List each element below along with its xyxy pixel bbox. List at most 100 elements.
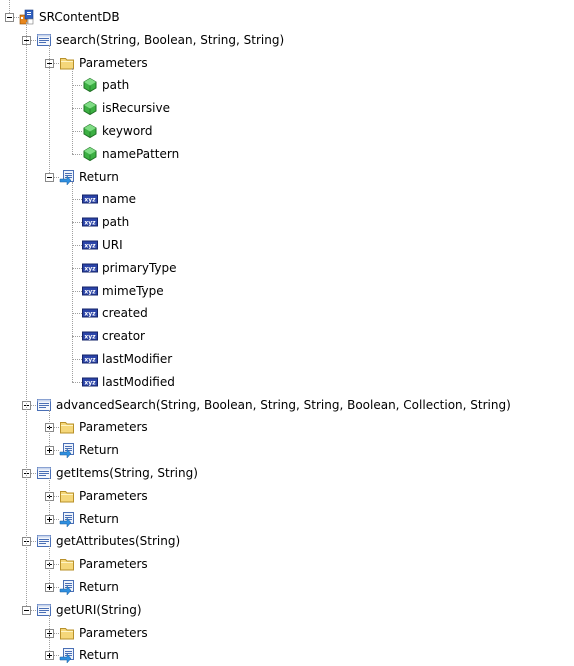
tree-node-method[interactable]: getURI(String) <box>36 599 143 621</box>
parameter-icon <box>82 146 98 162</box>
return-icon <box>59 647 75 664</box>
tree-node-method[interactable]: getAttributes(String) <box>36 530 181 552</box>
tree-node-parameters-label: Parameters <box>79 56 148 70</box>
tree-node-parameter-label: keyword <box>102 124 153 138</box>
tree-node-parameters-label: Parameters <box>79 557 148 571</box>
expand-toggle[interactable] <box>45 515 54 524</box>
tree-view: SRContentDB search(String, Boolean, Strin… <box>0 0 574 664</box>
tree-node-return[interactable]: Return <box>59 439 120 461</box>
tree-connector-line <box>72 154 82 155</box>
tree-node-return-label: Return <box>79 512 119 526</box>
tree-connector-line <box>49 478 50 515</box>
tree-node-return-label: Return <box>79 648 119 662</box>
field-icon: xyz <box>82 283 98 299</box>
folder-icon <box>59 419 75 435</box>
tree-connector-line <box>49 546 50 583</box>
tree-node-field-label: URI <box>102 238 123 252</box>
database-icon <box>19 9 35 25</box>
tree-node-method[interactable]: search(String, Boolean, String, String) <box>36 29 285 51</box>
tree-node-field[interactable]: xyz path <box>82 211 130 233</box>
tree-node-method[interactable]: advancedSearch(String, Boolean, String, … <box>36 394 512 416</box>
tree-node-return-label: Return <box>79 170 119 184</box>
tree-connector-line <box>72 85 82 86</box>
tree-node-field[interactable]: xyz lastModifier <box>82 348 173 370</box>
parameter-icon <box>82 77 98 93</box>
tree-connector-line <box>72 382 82 383</box>
tree-node-parameter[interactable]: namePattern <box>82 143 180 165</box>
tree-node-root-label: SRContentDB <box>39 10 120 24</box>
tree-node-parameters[interactable]: Parameters <box>59 416 149 438</box>
return-icon <box>59 579 75 596</box>
tree-node-method-label: search(String, Boolean, String, String) <box>56 33 285 47</box>
tree-node-field[interactable]: xyz URI <box>82 234 124 256</box>
tree-node-method-label: getAttributes(String) <box>56 534 181 548</box>
return-icon <box>59 442 75 459</box>
tree-node-field[interactable]: xyz mimeType <box>82 280 165 302</box>
field-icon: xyz <box>82 351 98 367</box>
tree-node-parameter[interactable]: isRecursive <box>82 97 171 119</box>
tree-connector-line <box>72 336 82 337</box>
tree-node-parameters[interactable]: Parameters <box>59 485 149 507</box>
tree-connector-line <box>49 45 50 173</box>
tree-node-field-label: mimeType <box>102 284 164 298</box>
tree-node-method[interactable]: getItems(String, String) <box>36 462 199 484</box>
tree-node-parameter[interactable]: keyword <box>82 120 154 142</box>
collapse-toggle[interactable] <box>5 13 14 22</box>
folder-icon <box>59 488 75 504</box>
tree-node-parameter-label: isRecursive <box>102 101 170 115</box>
tree-connector-line <box>72 359 82 360</box>
tree-node-return-label: Return <box>79 580 119 594</box>
tree-connector-line <box>49 410 50 446</box>
tree-node-field[interactable]: xyz name <box>82 188 137 210</box>
tree-node-field-label: creator <box>102 329 145 343</box>
tree-node-parameters-label: Parameters <box>79 489 148 503</box>
tree-node-field[interactable]: xyz creator <box>82 325 146 347</box>
tree-node-method-label: getURI(String) <box>56 603 142 617</box>
parameter-icon <box>82 123 98 139</box>
parameter-icon <box>82 100 98 116</box>
tree-connector-line <box>72 245 82 246</box>
tree-node-field[interactable]: xyz created <box>82 302 149 324</box>
tree-connector-line <box>72 313 82 314</box>
collapse-toggle[interactable] <box>22 606 31 615</box>
tree-connector-line <box>72 182 73 382</box>
tree-node-return[interactable]: Return <box>59 166 120 188</box>
expand-toggle[interactable] <box>45 446 54 455</box>
svg-text:xyz: xyz <box>84 288 96 295</box>
tree-node-field-label: path <box>102 215 130 229</box>
folder-icon <box>59 556 75 572</box>
tree-node-field[interactable]: xyz primaryType <box>82 257 178 279</box>
tree-node-return[interactable]: Return <box>59 576 120 598</box>
tree-node-return[interactable]: Return <box>59 508 120 530</box>
field-icon: xyz <box>82 260 98 276</box>
tree-node-parameter[interactable]: path <box>82 74 130 96</box>
svg-text:xyz: xyz <box>84 265 96 272</box>
tree-connector-line <box>72 108 82 109</box>
tree-node-field-label: lastModifier <box>102 352 173 366</box>
tree-connector-line <box>26 22 27 606</box>
tree-connector-line <box>72 131 82 132</box>
tree-node-field-label: created <box>102 306 148 320</box>
tree-node-parameters[interactable]: Parameters <box>59 622 149 644</box>
tree-connector-line <box>72 199 82 200</box>
collapse-toggle[interactable] <box>45 173 54 182</box>
tree-node-return[interactable]: Return <box>59 644 120 666</box>
field-icon: xyz <box>82 328 98 344</box>
svg-text:xyz: xyz <box>84 333 96 340</box>
tree-node-return-label: Return <box>79 443 119 457</box>
expand-toggle[interactable] <box>45 583 54 592</box>
field-icon: xyz <box>82 305 98 321</box>
return-icon <box>59 511 75 528</box>
tree-node-method-label: advancedSearch(String, Boolean, String, … <box>56 398 511 412</box>
expand-toggle[interactable] <box>45 651 54 660</box>
tree-node-field-label: lastModified <box>102 375 175 389</box>
tree-node-parameters[interactable]: Parameters <box>59 553 149 575</box>
tree-connector-line <box>72 268 82 269</box>
tree-node-field-label: primaryType <box>102 261 177 275</box>
tree-connector-line <box>9 0 10 13</box>
svg-text:xyz: xyz <box>84 242 96 249</box>
tree-node-field[interactable]: xyz lastModified <box>82 371 176 393</box>
tree-node-field-label: name <box>102 192 137 206</box>
tree-node-root[interactable]: SRContentDB <box>19 6 121 28</box>
tree-node-parameter-label: namePattern <box>102 147 180 161</box>
